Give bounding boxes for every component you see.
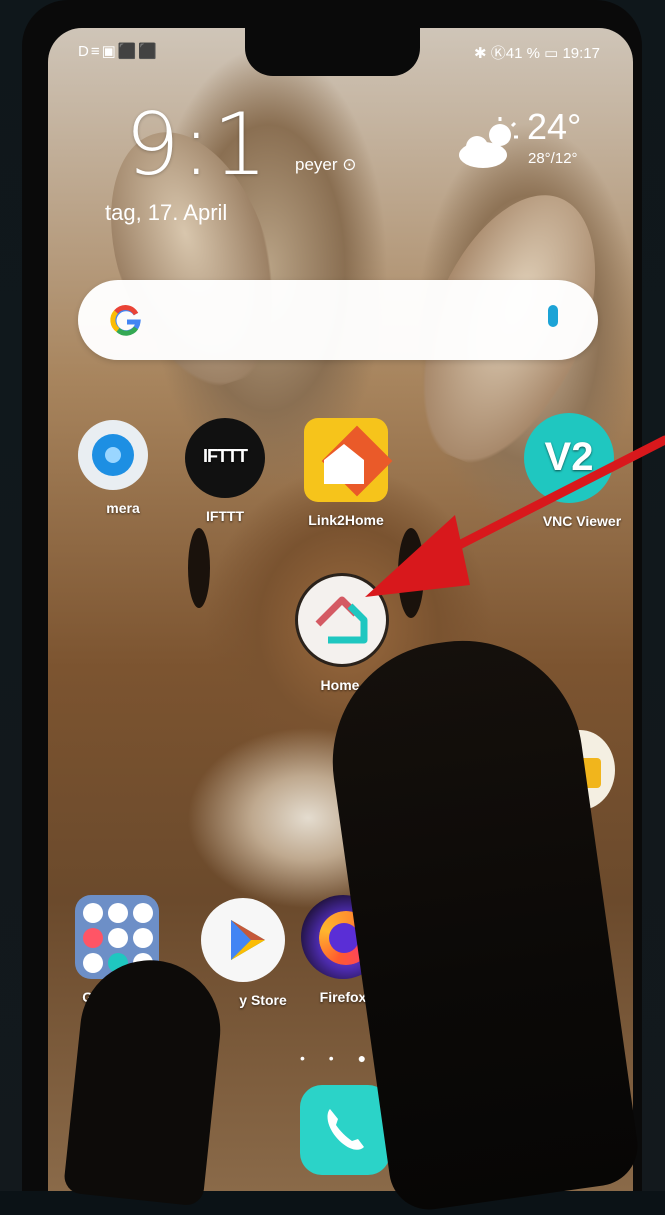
camera-icon bbox=[78, 420, 148, 490]
temperature-label: 24° bbox=[527, 106, 582, 147]
app-label: VNC Viewer bbox=[542, 513, 622, 529]
app-link2home[interactable]: Link2Home bbox=[296, 418, 396, 528]
status-right-info: ✱ Ⓚ41 % ▭ 19:17 bbox=[474, 45, 600, 62]
app-ifttt[interactable]: IFTTT IFTTT bbox=[182, 418, 268, 524]
rabbit-eye-left bbox=[188, 528, 210, 608]
location-label: peyer ⊙ bbox=[295, 155, 357, 174]
app-label: mera bbox=[106, 500, 140, 516]
mic-icon[interactable] bbox=[548, 305, 558, 327]
google-search-bar[interactable] bbox=[78, 280, 598, 360]
temperature-range: 28°/12° bbox=[528, 150, 578, 167]
link2home-icon bbox=[304, 418, 393, 502]
app-camera[interactable]: mera bbox=[70, 420, 156, 516]
vnc-viewer-icon: V2 bbox=[524, 413, 614, 503]
partly-cloudy-icon[interactable] bbox=[455, 115, 525, 175]
clock-widget[interactable]: 9:1 bbox=[125, 95, 269, 195]
google-g-icon bbox=[110, 305, 141, 336]
location-pin-icon: ⊙ bbox=[342, 155, 357, 174]
date-label: tag, 17. April bbox=[105, 200, 228, 225]
app-label: Link2Home bbox=[308, 512, 384, 528]
phone-app-icon[interactable] bbox=[300, 1085, 390, 1175]
app-vnc-viewer[interactable]: V2 VNC Viewer bbox=[522, 413, 642, 529]
app-label: IFTTT bbox=[205, 508, 245, 524]
play-store-icon bbox=[201, 898, 285, 982]
ifttt-icon: IFTTT bbox=[185, 418, 265, 498]
status-bar: D≡▣⬛⬛ ✱ Ⓚ41 % ▭ 19:17 bbox=[70, 42, 610, 64]
status-notification-icons: D≡▣⬛⬛ bbox=[78, 43, 160, 60]
app-label: y Store bbox=[239, 992, 287, 1008]
home-app-icon bbox=[295, 573, 389, 667]
rabbit-eye-right bbox=[398, 528, 424, 618]
